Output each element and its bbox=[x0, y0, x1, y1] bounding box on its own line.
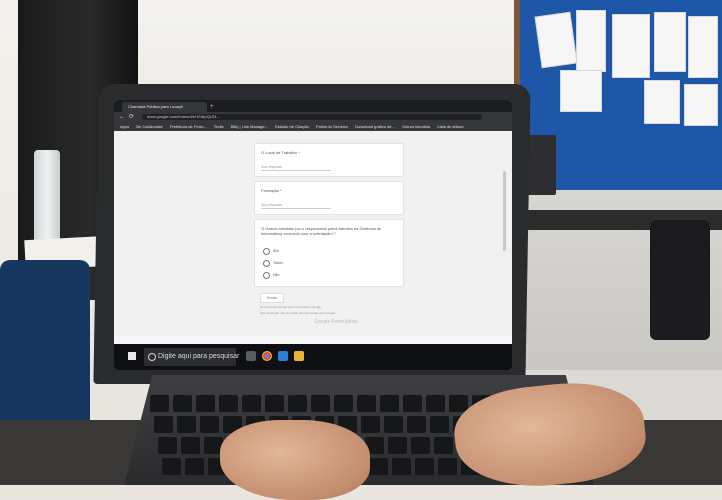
windows-taskbar: Digite aqui para pesquisar bbox=[114, 344, 512, 370]
bookmark-item[interactable]: Be Collaborate bbox=[136, 124, 162, 129]
keyboard-key[interactable] bbox=[288, 395, 307, 412]
question-label: Formação * bbox=[261, 188, 282, 193]
bookmark-item[interactable]: Prefeitura de Porto... bbox=[170, 124, 207, 129]
left-hand bbox=[220, 420, 370, 500]
browser-tab[interactable]: Chamada Pública para Locaçã bbox=[122, 102, 207, 112]
bookmark-item[interactable]: Download gráfico de... bbox=[355, 124, 395, 129]
board-note bbox=[576, 10, 606, 72]
radio-label: Sim bbox=[273, 249, 280, 253]
question-card-formacao: Formação * Sua resposta bbox=[254, 181, 404, 215]
keyboard-key[interactable] bbox=[407, 416, 426, 433]
google-forms-logo: Google Formulários bbox=[314, 319, 358, 325]
board-note bbox=[644, 80, 680, 124]
keyboard-key[interactable] bbox=[158, 437, 177, 454]
board-note bbox=[560, 70, 602, 112]
keyboard-key[interactable] bbox=[177, 416, 196, 433]
radio-option[interactable] bbox=[263, 272, 270, 279]
board-note bbox=[534, 11, 578, 69]
bookmark-item[interactable]: Trello bbox=[214, 124, 224, 129]
address-bar-row: ← ⟳ docs.google.com/forms/d/e/1FAIpQLSf.… bbox=[114, 112, 512, 122]
bookmark-item[interactable]: Estúdio de Criação bbox=[275, 124, 309, 129]
keyboard-key[interactable] bbox=[357, 395, 376, 412]
keyboard-key[interactable] bbox=[196, 395, 215, 412]
board-note bbox=[612, 14, 650, 78]
answer-input[interactable]: Sua resposta bbox=[261, 203, 331, 209]
bookmark-item[interactable]: Outros favoritos bbox=[402, 124, 430, 129]
url-input[interactable]: docs.google.com/forms/d/e/1FAIpQLSf... bbox=[142, 114, 482, 120]
answer-input[interactable]: Sua resposta bbox=[261, 165, 331, 171]
keyboard-key[interactable] bbox=[154, 416, 173, 433]
bookmark-item[interactable]: Lista de leitura bbox=[437, 124, 463, 129]
board-note bbox=[688, 16, 718, 78]
bookmark-item[interactable]: Portal do Servidor bbox=[316, 124, 348, 129]
windows-start-icon[interactable] bbox=[128, 352, 136, 360]
keyboard-key[interactable] bbox=[403, 395, 422, 412]
keyboard-key[interactable] bbox=[430, 416, 449, 433]
keyboard-key[interactable] bbox=[200, 416, 219, 433]
browser-tab-bar: Chamada Pública para Locaçã + bbox=[114, 100, 512, 112]
reload-icon[interactable]: ⟳ bbox=[129, 113, 134, 121]
keyboard-key[interactable] bbox=[265, 395, 284, 412]
keyboard-key[interactable] bbox=[380, 395, 399, 412]
chrome-icon[interactable] bbox=[262, 351, 272, 361]
keyboard-key[interactable] bbox=[242, 395, 261, 412]
question-label: O Local de Trabalho * bbox=[261, 150, 300, 155]
keyboard-key[interactable] bbox=[426, 395, 445, 412]
footer-note: Nunca envie senhas pelo Formulários Goog… bbox=[260, 305, 322, 309]
radio-label: Talvez bbox=[273, 261, 283, 265]
question-card-local: O Local de Trabalho * Sua resposta bbox=[254, 143, 404, 177]
keyboard-key[interactable] bbox=[219, 395, 238, 412]
keyboard-key[interactable] bbox=[392, 458, 411, 475]
keyboard-key[interactable] bbox=[415, 458, 434, 475]
file-explorer-icon[interactable] bbox=[294, 351, 304, 361]
board-note bbox=[684, 84, 718, 126]
keyboard-key[interactable] bbox=[369, 458, 388, 475]
new-tab-icon[interactable]: + bbox=[210, 102, 214, 112]
radio-option[interactable] bbox=[263, 248, 270, 255]
question-card-choice: O Gestor-Imediato (ou o responsável pelo… bbox=[254, 219, 404, 287]
keyboard-key[interactable] bbox=[173, 395, 192, 412]
laptop-screen: Chamada Pública para Locaçã + ← ⟳ docs.g… bbox=[114, 100, 512, 370]
bookmark-item[interactable]: Apps bbox=[120, 124, 129, 129]
keyboard-key[interactable] bbox=[311, 395, 330, 412]
page-scrollbar[interactable] bbox=[503, 171, 506, 251]
back-icon[interactable]: ← bbox=[119, 113, 125, 121]
radio-label: Não bbox=[273, 273, 280, 277]
keyboard-key[interactable] bbox=[334, 395, 353, 412]
background-chair bbox=[650, 220, 710, 340]
submit-button[interactable]: Enviar bbox=[260, 293, 284, 303]
bookmark-item[interactable]: Bitly | Link Manage... bbox=[231, 124, 268, 129]
keyboard-key[interactable] bbox=[384, 416, 403, 433]
board-note bbox=[654, 12, 686, 72]
hand-sanitizer-bottle bbox=[34, 150, 60, 245]
keyboard-key[interactable] bbox=[185, 458, 204, 475]
keyboard-key[interactable] bbox=[361, 416, 380, 433]
keyboard-key[interactable] bbox=[438, 458, 457, 475]
bookmarks-bar: Apps Be Collaborate Prefeitura de Porto.… bbox=[114, 122, 512, 131]
radio-option[interactable] bbox=[263, 260, 270, 267]
footer-note: Este conteúdo não foi criado nem aprovad… bbox=[260, 311, 336, 315]
taskbar-search-input[interactable]: Digite aqui para pesquisar bbox=[144, 348, 239, 366]
keyboard-key[interactable] bbox=[388, 437, 407, 454]
google-form-page: O Local de Trabalho * Sua resposta Forma… bbox=[114, 131, 512, 336]
keyboard-key[interactable] bbox=[181, 437, 200, 454]
edge-icon[interactable] bbox=[278, 351, 288, 361]
task-view-icon[interactable] bbox=[246, 351, 256, 361]
keyboard-key[interactable] bbox=[411, 437, 430, 454]
question-label: O Gestor-Imediato (ou o responsável pelo… bbox=[261, 226, 382, 236]
keyboard-key[interactable] bbox=[434, 437, 453, 454]
keyboard-key[interactable] bbox=[162, 458, 181, 475]
search-icon bbox=[148, 353, 156, 361]
keyboard-key[interactable] bbox=[150, 395, 169, 412]
